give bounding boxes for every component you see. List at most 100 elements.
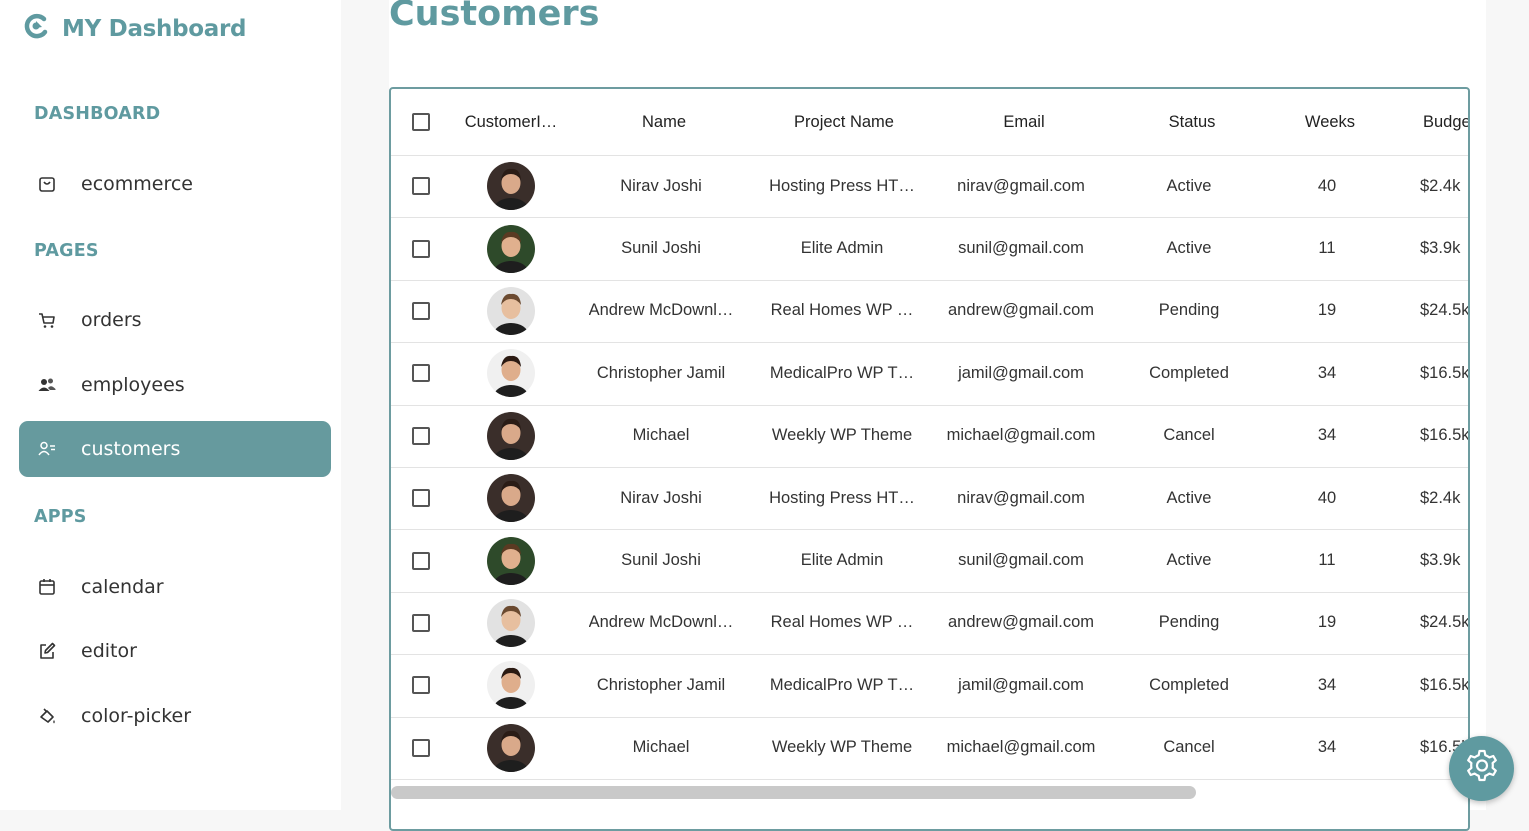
project-name-cell: Hosting Press HT… <box>756 155 928 217</box>
table-row[interactable]: Michael Weekly WP Theme michael@gmail.com C… <box>391 405 1468 468</box>
avatar <box>487 349 535 398</box>
budget-cell: $16.5k <box>1394 405 1468 467</box>
cart-icon <box>36 309 58 331</box>
avatar <box>487 723 535 772</box>
customer-image-cell <box>451 717 571 779</box>
row-checkbox[interactable] <box>412 239 430 258</box>
project-name-cell: MedicalPro WP T… <box>756 654 928 716</box>
table-row[interactable]: Michael Weekly WP Theme michael@gmail.com C… <box>391 717 1468 780</box>
sidebar-item-label: customers <box>81 438 181 460</box>
weeks-cell: 34 <box>1267 717 1387 779</box>
table-row[interactable]: Andrew McDownl… Real Homes WP … andrew@gma… <box>391 592 1468 656</box>
table-row[interactable]: Sunil Joshi Elite Admin sunil@gmail.com Act… <box>391 217 1468 281</box>
budget-value: $16.5k <box>1420 675 1468 694</box>
row-checkbox[interactable] <box>412 364 430 383</box>
select-all-checkbox[interactable] <box>412 113 430 131</box>
customer-name: Michael <box>632 738 690 757</box>
project-name-cell: Elite Admin <box>756 529 928 591</box>
horizontal-scrollbar[interactable] <box>391 786 1196 799</box>
row-checkbox[interactable] <box>412 177 430 196</box>
row-checkbox[interactable] <box>412 613 430 632</box>
row-select-cell <box>391 654 451 716</box>
status-cell: Completed <box>1111 654 1267 716</box>
table-row[interactable]: Christopher Jamil MedicalPro WP T… jamil@g… <box>391 654 1468 718</box>
customer-image-cell <box>451 592 571 654</box>
column-header-name[interactable]: Name <box>574 89 754 155</box>
table-row[interactable]: Sunil Joshi Elite Admin sunil@gmail.com Act… <box>391 529 1468 593</box>
weeks-value: 34 <box>1317 738 1337 757</box>
settings-button[interactable] <box>1449 736 1514 801</box>
sidebar-item-label: ecommerce <box>81 173 193 195</box>
customer-list-icon <box>36 438 58 460</box>
email-cell: andrew@gmail.com <box>931 592 1111 654</box>
table-header-row: CustomerI… Name Project Name Email Statu… <box>391 89 1468 156</box>
project-name: Elite Admin <box>800 551 884 570</box>
row-checkbox[interactable] <box>412 738 430 757</box>
column-header-email[interactable]: Email <box>934 89 1114 155</box>
sidebar-item-ecommerce[interactable]: ecommerce <box>19 156 331 212</box>
customer-email: jamil@gmail.com <box>958 363 1084 382</box>
budget-cell: $3.9k <box>1394 529 1468 591</box>
budget-value: $24.5k <box>1420 301 1468 320</box>
customer-email: michael@gmail.com <box>946 738 1096 757</box>
sidebar-item-orders[interactable]: orders <box>19 292 331 348</box>
customer-name-cell: Michael <box>574 405 748 467</box>
sidebar-item-label: calendar <box>81 576 164 598</box>
weeks-value: 11 <box>1318 239 1336 258</box>
weeks-cell: 34 <box>1267 654 1387 716</box>
row-checkbox[interactable] <box>412 489 430 508</box>
section-pages: PAGES <box>34 241 99 261</box>
table-row[interactable]: Nirav Joshi Hosting Press HT… nirav@gmail.… <box>391 155 1468 219</box>
brand-title: MY Dashboard <box>62 15 247 42</box>
project-name-cell: Real Homes WP … <box>756 280 928 342</box>
customer-image-cell <box>451 405 571 467</box>
column-header-customerid[interactable]: CustomerI… <box>451 89 571 155</box>
row-checkbox[interactable] <box>412 426 430 445</box>
sidebar-item-editor[interactable]: editor <box>19 623 331 679</box>
table-row[interactable]: Nirav Joshi Hosting Press HT… nirav@gmail.… <box>391 467 1468 531</box>
weeks-value: 34 <box>1317 675 1337 694</box>
email-cell: sunil@gmail.com <box>931 529 1111 591</box>
column-header-budget[interactable]: Budge <box>1394 89 1468 155</box>
budget-value: $2.4k <box>1420 176 1461 195</box>
column-header-status[interactable]: Status <box>1114 89 1270 155</box>
sidebar-item-label: color-picker <box>81 705 192 727</box>
sidebar-item-color-picker[interactable]: color-picker <box>19 688 331 744</box>
weeks-cell: 11 <box>1267 529 1387 591</box>
brand[interactable]: MY Dashboard <box>22 12 247 45</box>
project-name: Real Homes WP … <box>770 301 914 320</box>
row-checkbox[interactable] <box>412 301 430 320</box>
row-select-cell <box>391 155 451 217</box>
column-header-weeks[interactable]: Weeks <box>1270 89 1390 155</box>
table-row[interactable]: Andrew McDownl… Real Homes WP … andrew@gma… <box>391 280 1468 344</box>
project-name-cell: Weekly WP Theme <box>756 717 928 779</box>
table-row[interactable]: Christopher Jamil MedicalPro WP T… jamil@g… <box>391 342 1468 406</box>
sidebar-item-calendar[interactable]: calendar <box>19 559 331 615</box>
status-cell: Pending <box>1111 592 1267 654</box>
shopping-bag-icon <box>36 173 58 195</box>
weeks-value: 19 <box>1317 301 1337 320</box>
customer-image-cell <box>451 654 571 716</box>
budget-cell: $2.4k <box>1394 467 1468 529</box>
project-name: Weekly WP Theme <box>771 426 913 445</box>
customer-image-cell <box>451 342 571 404</box>
weeks-cell: 19 <box>1267 280 1387 342</box>
weeks-cell: 19 <box>1267 592 1387 654</box>
email-cell: andrew@gmail.com <box>931 280 1111 342</box>
budget-value: $16.5k <box>1420 363 1468 382</box>
sidebar-item-employees[interactable]: employees <box>19 357 331 413</box>
customer-email: nirav@gmail.com <box>957 488 1085 507</box>
customer-name: Nirav Joshi <box>620 488 702 507</box>
customer-name-cell: Michael <box>574 717 748 779</box>
section-dashboard: DASHBOARD <box>34 104 161 124</box>
sidebar-item-customers[interactable]: customers <box>19 421 331 477</box>
status-text: Active <box>1166 176 1212 195</box>
customer-name-cell: Christopher Jamil <box>574 654 748 716</box>
row-checkbox[interactable] <box>412 676 430 695</box>
column-header-project-name[interactable]: Project Name <box>754 89 934 155</box>
row-checkbox[interactable] <box>412 551 430 570</box>
email-cell: nirav@gmail.com <box>931 155 1111 217</box>
section-apps: APPS <box>34 507 87 527</box>
customer-email: jamil@gmail.com <box>958 675 1084 694</box>
project-name: MedicalPro WP T… <box>769 675 915 694</box>
